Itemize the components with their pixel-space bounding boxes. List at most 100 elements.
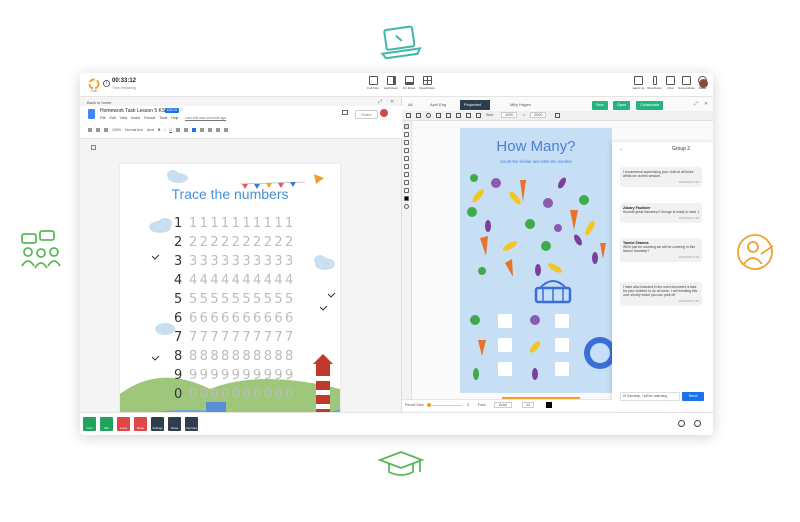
font-size-select[interactable]: 12 [522, 402, 535, 408]
screenshots-button[interactable]: Screenshots [678, 76, 695, 90]
link-icon[interactable] [183, 128, 188, 132]
menu-insert[interactable]: Insert [131, 116, 140, 120]
delete-icon[interactable] [456, 113, 461, 118]
color-black-swatch[interactable] [404, 196, 409, 201]
answer-box[interactable] [555, 314, 569, 328]
canvas-height-field[interactable]: 2000 [530, 112, 547, 118]
views-button[interactable]: Views [168, 417, 181, 431]
menu-format[interactable]: Format [144, 116, 155, 120]
collaborate-button[interactable]: Collaborate [636, 101, 664, 110]
font-select[interactable]: Arial [494, 402, 512, 408]
layout-full-size-button[interactable]: Full Size [366, 76, 380, 90]
help-icon[interactable] [678, 420, 685, 427]
chat-bubble-icon[interactable] [694, 420, 701, 427]
brush-tool-icon[interactable] [404, 132, 409, 137]
share-button[interactable]: Share [355, 110, 378, 119]
chat-input[interactable]: Hi Sandeep, I will be watching [620, 392, 680, 401]
docs-user-avatar[interactable] [380, 109, 388, 117]
save-icon[interactable] [406, 113, 411, 118]
style-select[interactable]: Normal text [125, 128, 143, 132]
print-icon[interactable] [104, 128, 108, 132]
answer-box[interactable] [498, 338, 512, 352]
close-icon[interactable]: ✕ [704, 101, 708, 107]
expand-icon[interactable]: ⤢ [378, 99, 382, 105]
image-icon[interactable] [476, 113, 481, 118]
pencil-tool-icon[interactable] [404, 124, 409, 129]
camera-button[interactable]: Cam [83, 417, 96, 431]
text-color-swatch[interactable] [546, 402, 552, 408]
chat-button[interactable]: Chat [664, 76, 677, 90]
answer-box[interactable] [498, 362, 512, 376]
copy-icon[interactable] [446, 113, 451, 118]
text-tool-icon[interactable] [404, 156, 409, 161]
zoom-select[interactable]: 100% [112, 128, 121, 132]
tab-all[interactable]: All [404, 100, 416, 110]
align-right-icon[interactable] [207, 128, 212, 132]
canvas-width-field[interactable]: 2000 [501, 112, 518, 118]
redo-icon[interactable] [96, 128, 100, 132]
menu-tools[interactable]: Tools [159, 116, 167, 120]
bold-icon[interactable]: B [158, 128, 161, 132]
line-tool-icon[interactable] [404, 172, 409, 177]
menu-edit[interactable]: Edit [110, 116, 116, 120]
back-to-home-link[interactable]: Back to home [87, 100, 111, 105]
answer-box[interactable] [555, 338, 569, 352]
shape-tool-icon[interactable] [404, 140, 409, 145]
tab-projected[interactable]: Projected [460, 100, 490, 110]
align-center-icon[interactable] [199, 128, 204, 132]
leave-button[interactable]: Leave [117, 417, 130, 431]
user-avatar[interactable] [699, 79, 708, 88]
fill-tool-icon[interactable] [404, 180, 409, 185]
download-icon[interactable] [466, 113, 471, 118]
tab-april-eng[interactable]: April Eng [426, 100, 450, 110]
text-color-icon[interactable] [175, 128, 180, 132]
underline-icon[interactable]: U [169, 128, 172, 132]
whiteboard-canvas[interactable]: How Many? Count the similar and write th… [460, 128, 612, 393]
last-edit-link[interactable]: Last edit was seconds ago [185, 116, 226, 120]
align-left-icon[interactable] [191, 128, 196, 132]
crop-tool-icon[interactable] [404, 164, 409, 169]
send-button[interactable]: Send [682, 392, 704, 401]
indent-icon[interactable] [223, 128, 228, 132]
group-chat-illustration [21, 230, 61, 269]
document-title[interactable]: Homework Task Lesson 5 KS1 [100, 108, 168, 114]
hand-up-button[interactable]: Hand Up [632, 76, 645, 90]
rise-icon [652, 76, 657, 85]
new-button[interactable]: New [592, 101, 608, 110]
answer-box[interactable] [555, 362, 569, 376]
rise-down-button[interactable]: Rise/Down [647, 76, 662, 90]
layout-half-rows-button[interactable]: Half Rows [384, 76, 398, 90]
menu-help[interactable]: Help [171, 116, 178, 120]
comment-icon[interactable] [342, 110, 348, 115]
menu-file[interactable]: File [100, 116, 106, 120]
hand-tool-icon[interactable] [426, 113, 431, 118]
list-icon[interactable] [215, 128, 220, 132]
chat-message: I recommend supervising your child at al… [620, 167, 702, 187]
graduation-cap-illustration [377, 451, 425, 476]
open-button[interactable]: Open [613, 101, 631, 110]
layout-quad-rows-button[interactable]: Quad Rows [419, 76, 435, 90]
undo-icon[interactable] [88, 128, 92, 132]
answer-box[interactable] [498, 314, 512, 328]
font-select[interactable]: Arial [147, 128, 154, 132]
back-arrow-icon[interactable]: ← [619, 146, 624, 152]
grid-icon[interactable] [416, 113, 421, 118]
mic-button[interactable]: Mic [100, 417, 113, 431]
zoom-in-icon[interactable] [555, 113, 560, 118]
redo-icon[interactable] [436, 113, 441, 118]
settings-button[interactable]: Settings [151, 417, 164, 431]
eraser-tool-icon[interactable] [404, 148, 409, 153]
zoom-tool-icon[interactable] [404, 204, 409, 209]
pencil-size-slider[interactable] [427, 403, 462, 407]
overview-button[interactable]: Overview [185, 417, 198, 431]
color-white-swatch[interactable] [404, 188, 409, 193]
menu-view[interactable]: View [120, 116, 128, 120]
close-icon[interactable]: ✕ [390, 99, 394, 105]
share-screen-button[interactable]: Share [134, 417, 147, 431]
layout-quarter-rows-button[interactable]: 1/4 Rows [402, 76, 416, 90]
star-icon[interactable]: ☆ [179, 107, 183, 113]
tab-milly-hagen[interactable]: Milly Hagen [506, 100, 535, 110]
expand-icon[interactable]: ⤢ [694, 101, 698, 107]
italic-icon[interactable]: I [164, 128, 165, 132]
outline-icon[interactable] [91, 145, 96, 150]
